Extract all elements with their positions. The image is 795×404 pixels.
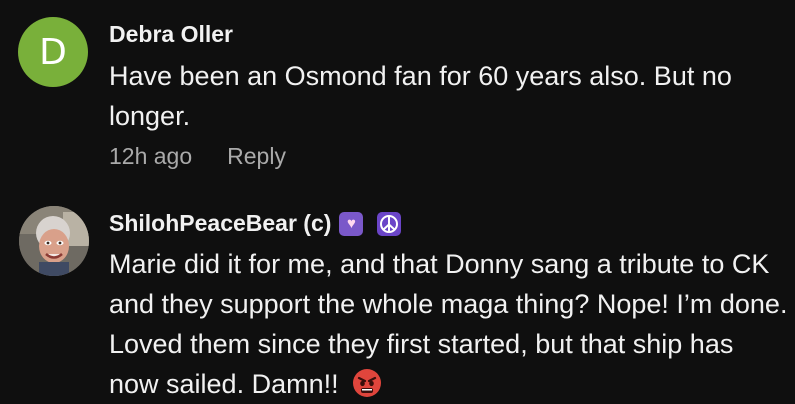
comment-text-content: Marie did it for me, and that Donny sang… [109, 249, 788, 399]
reply-button[interactable]: Reply [227, 143, 286, 170]
comment-meta: 12h ago Reply [109, 143, 286, 170]
avatar[interactable]: D [18, 17, 88, 87]
comment-author[interactable]: Debra Oller [109, 21, 233, 48]
comment: ShilohPeaceBear (c) ♥ Marie did it for m… [0, 195, 795, 400]
peace-badge-icon [377, 211, 402, 236]
comment-text: Marie did it for me, and that Donny sang… [109, 244, 789, 404]
comment: D Debra Oller Have been an Osmond fan fo… [0, 0, 795, 195]
avatar[interactable] [19, 206, 89, 276]
heart-badge-icon: ♥ [339, 211, 364, 236]
comment-author[interactable]: ShilohPeaceBear (c) ♥ [109, 210, 402, 237]
author-name[interactable]: ShilohPeaceBear (c) [109, 210, 331, 237]
avatar-letter: D [39, 31, 67, 73]
avatar-photo-icon [19, 206, 89, 276]
author-name[interactable]: Debra Oller [109, 21, 233, 48]
angry-face-icon [351, 367, 383, 399]
comment-timestamp[interactable]: 12h ago [109, 143, 192, 170]
comment-text: Have been an Osmond fan for 60 years als… [109, 61, 732, 131]
